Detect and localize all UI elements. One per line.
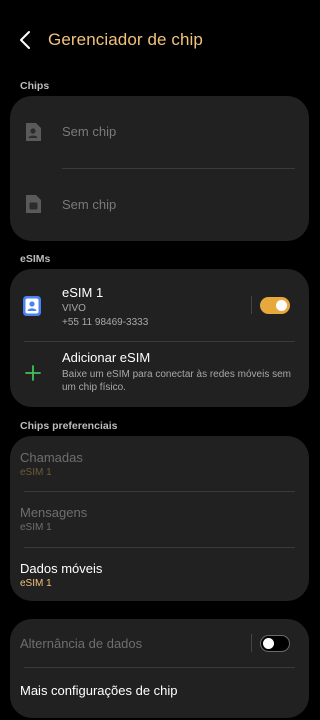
pref-calls-row[interactable]: Chamadas eSIM 1	[10, 436, 309, 491]
esim-1-toggle[interactable]	[260, 297, 290, 314]
section-label-preferred: Chips preferenciais	[20, 420, 118, 432]
esim-1-row[interactable]: eSIM 1 VIVO +55 11 98469-3333	[10, 269, 309, 341]
add-icon	[25, 365, 41, 381]
pref-data-row[interactable]: Dados móveis eSIM 1	[10, 548, 309, 601]
esim-carrier: VIVO	[62, 303, 86, 314]
add-esim-row[interactable]: Adicionar eSIM Baixe um eSIM para conect…	[10, 342, 309, 407]
sim-card-icon	[26, 123, 41, 141]
pref-data-value: eSIM 1	[20, 578, 52, 589]
pref-messages-value: eSIM 1	[20, 522, 52, 533]
section-label-chips: Chips	[20, 80, 50, 92]
pref-messages-title: Mensagens	[20, 505, 88, 520]
chip-slot-1[interactable]: Sem chip	[10, 96, 309, 168]
pref-messages-row[interactable]: Mensagens eSIM 1	[10, 492, 309, 547]
chip-slot-1-label: Sem chip	[62, 124, 117, 139]
section-label-esims: eSIMs	[20, 253, 51, 265]
chips-card: Sem chip Sem chip	[10, 96, 309, 241]
add-esim-title: Adicionar eSIM	[62, 350, 151, 365]
data-switch-label: Alternância de dados	[20, 636, 143, 651]
pref-data-title: Dados móveis	[20, 561, 103, 576]
chip-slot-2[interactable]: Sem chip	[10, 169, 309, 241]
esim-contact-icon	[23, 296, 41, 316]
toggle-knob	[263, 637, 274, 649]
divider	[251, 634, 252, 652]
esim-number: +55 11 98469-3333	[62, 317, 149, 328]
data-switch-toggle[interactable]	[260, 635, 290, 652]
preferred-card: Chamadas eSIM 1 Mensagens eSIM 1 Dados m…	[10, 436, 309, 601]
page-title: Gerenciador de chip	[48, 30, 203, 49]
pref-calls-value: eSIM 1	[20, 467, 52, 478]
data-switch-row[interactable]: Alternância de dados	[10, 619, 309, 667]
more-settings-card: Alternância de dados Mais configurações …	[10, 619, 309, 718]
top-bar: Gerenciador de chip	[0, 0, 310, 80]
more-chip-settings-row[interactable]: Mais configurações de chip	[10, 668, 309, 718]
esim-name: eSIM 1	[62, 285, 104, 300]
toggle-knob	[276, 300, 287, 311]
back-arrow-icon[interactable]	[14, 28, 38, 52]
more-chip-settings-label: Mais configurações de chip	[20, 683, 178, 698]
pref-calls-title: Chamadas	[20, 450, 83, 465]
divider	[251, 296, 252, 314]
chip-slot-2-label: Sem chip	[62, 197, 117, 212]
sim-card-icon	[26, 195, 41, 213]
esims-card: eSIM 1 VIVO +55 11 98469-3333 Adicionar …	[10, 269, 309, 407]
add-esim-description: Baixe um eSIM para conectar às redes móv…	[62, 369, 291, 393]
